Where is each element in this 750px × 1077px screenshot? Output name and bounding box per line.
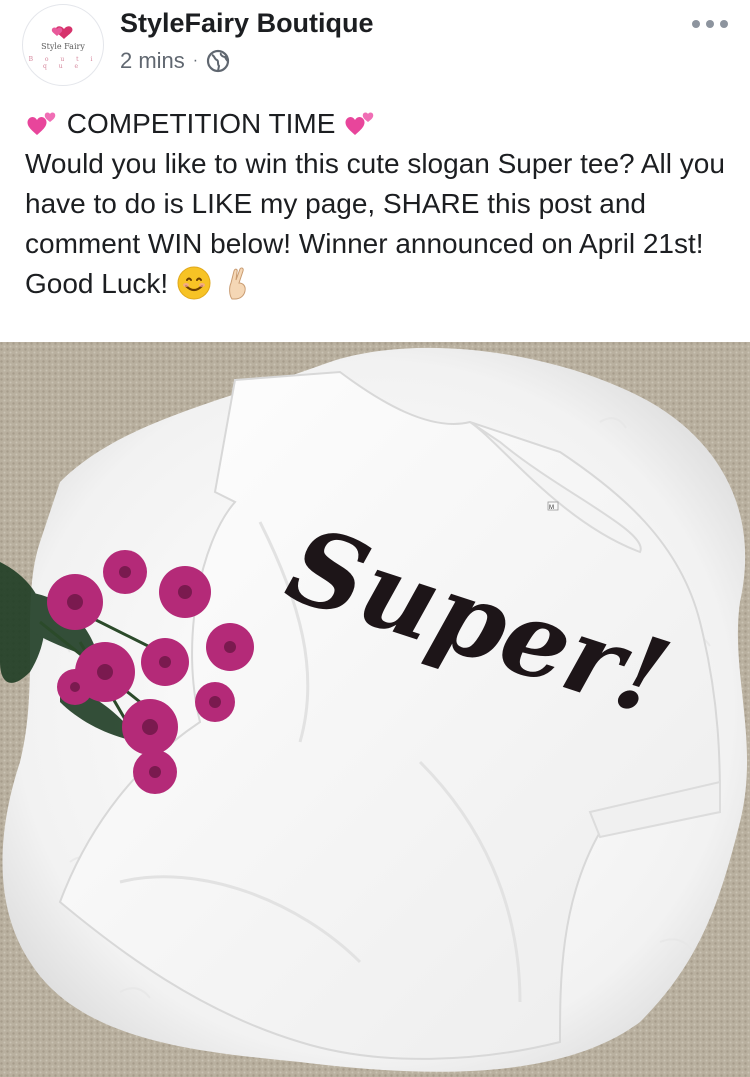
more-dot	[692, 20, 700, 28]
post-meta: 2 mins ·	[120, 48, 230, 74]
globe-icon[interactable]	[206, 49, 230, 73]
post-header: Style Fairy B o u t i q u e StyleFairy B…	[0, 0, 750, 90]
two-hearts-icon	[345, 112, 374, 135]
caption-title: COMPETITION TIME	[66, 108, 336, 139]
size-tag-text: M	[549, 505, 554, 511]
post-caption: COMPETITION TIME Would you like to win t…	[25, 104, 730, 304]
caption-line-competition: COMPETITION TIME	[25, 104, 730, 144]
page-name-link[interactable]: StyleFairy Boutique	[120, 8, 374, 39]
post-photo[interactable]: M Super!	[0, 342, 750, 1077]
timestamp[interactable]: 2 mins	[120, 48, 185, 74]
caption-body-line: Would you like to win this cute slogan S…	[25, 144, 730, 304]
caption-body: Would you like to win this cute slogan S…	[25, 148, 725, 299]
page-avatar[interactable]: Style Fairy B o u t i q u e	[22, 4, 104, 86]
smiling-face-icon	[177, 266, 211, 300]
avatar-logo-subtext: B o u t i q u e	[28, 56, 98, 70]
more-dot	[720, 20, 728, 28]
tshirt-photo-image: M Super!	[0, 342, 750, 1077]
more-dot	[706, 20, 714, 28]
avatar-logo-name: Style Fairy	[41, 42, 85, 51]
two-hearts-icon	[27, 112, 56, 135]
meta-separator: ·	[192, 52, 199, 69]
crossed-fingers-icon	[228, 267, 246, 300]
more-options-icon[interactable]	[692, 14, 728, 34]
